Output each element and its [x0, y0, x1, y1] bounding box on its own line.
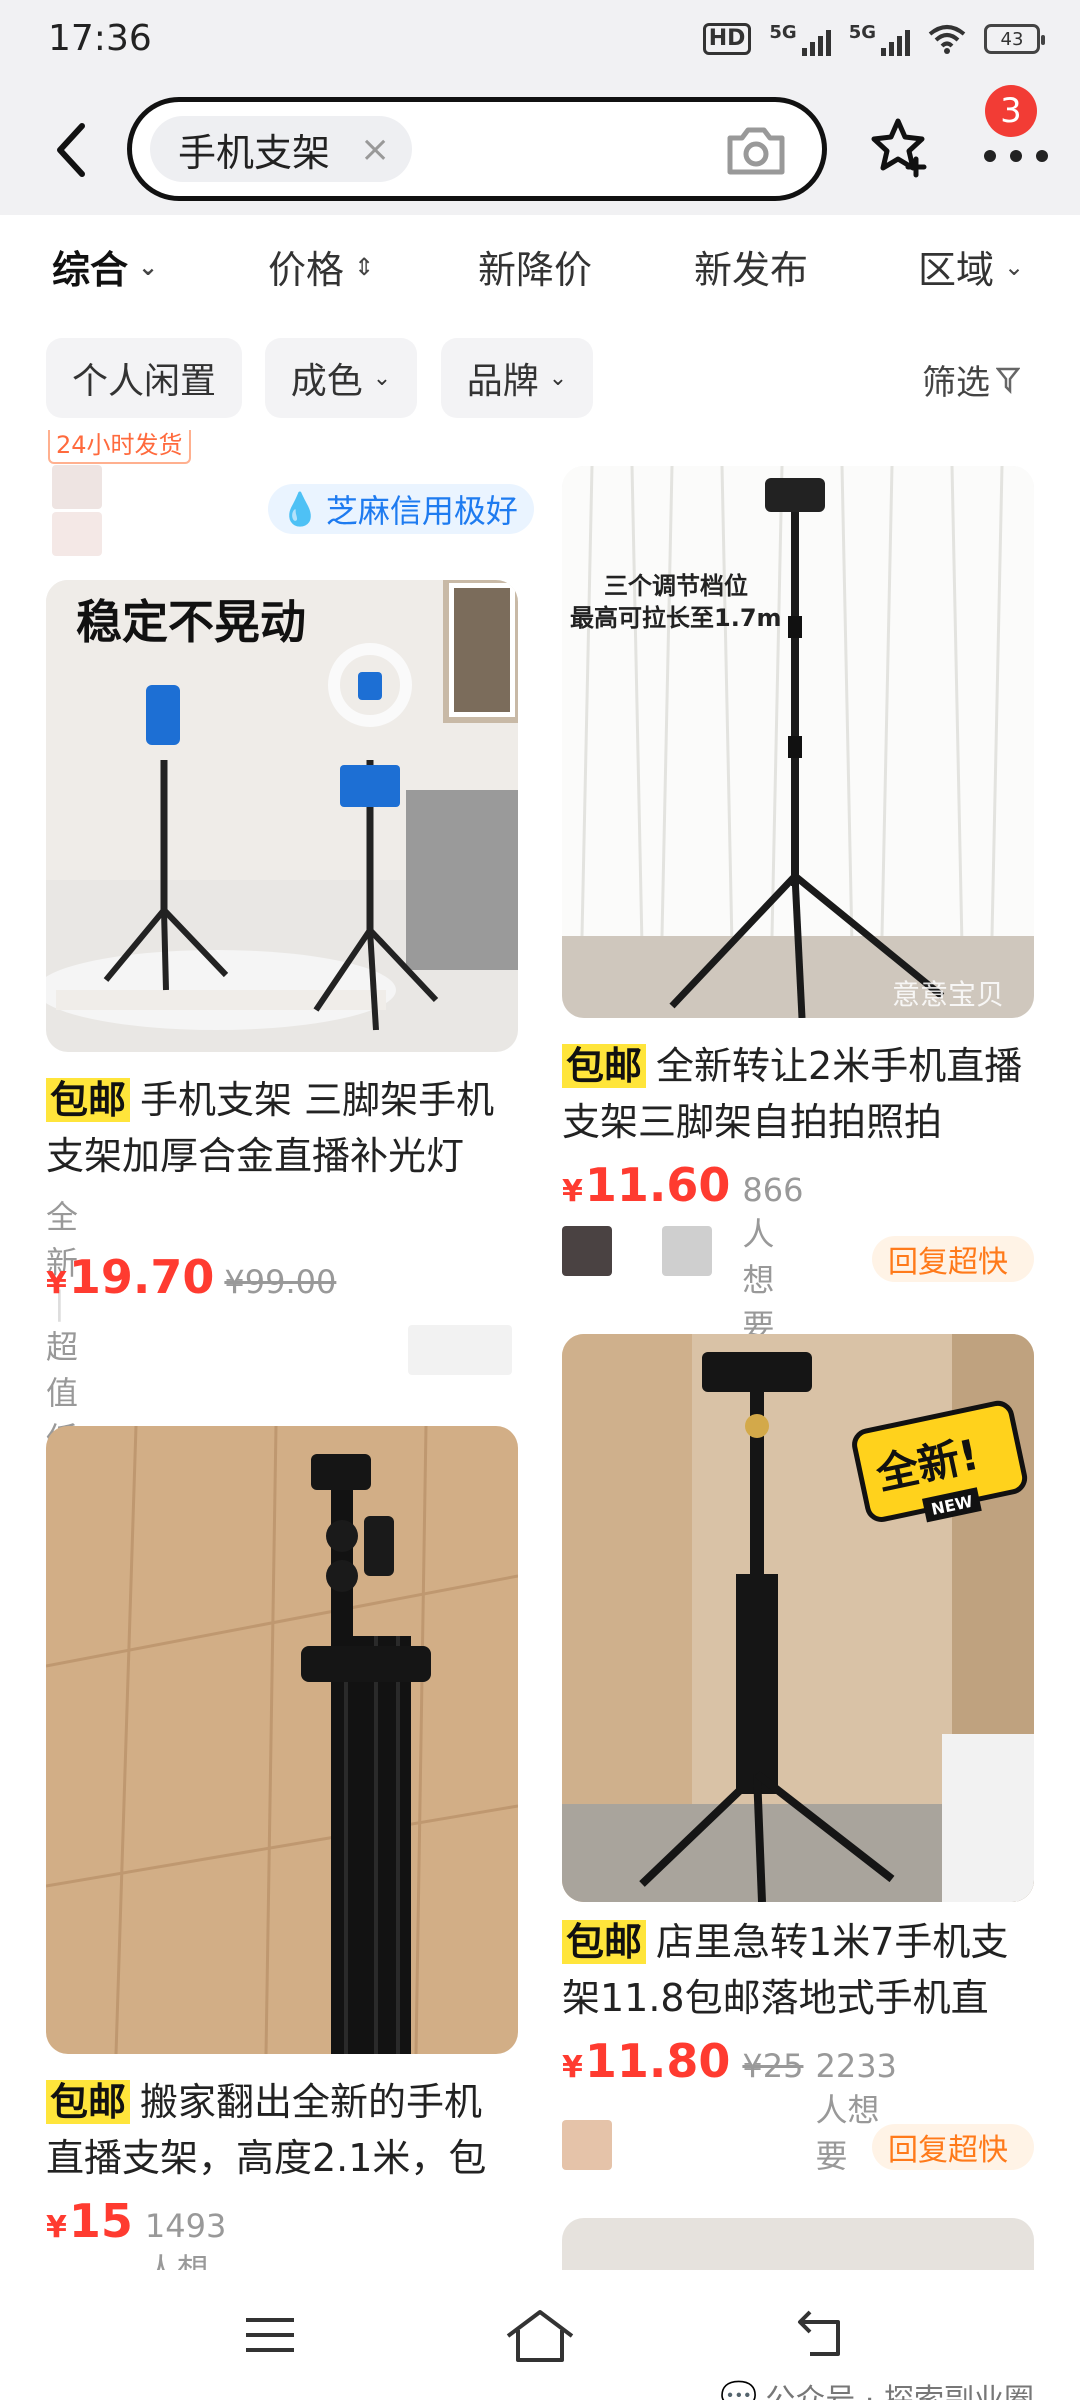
chevron-down-icon: ⌄ — [548, 365, 568, 391]
original-price: ¥99.00 — [224, 1263, 337, 1301]
image-watermark: 意意宝贝 — [892, 978, 1004, 1011]
avatar — [52, 512, 102, 556]
camera-icon[interactable] — [724, 120, 788, 180]
avatar — [52, 465, 102, 509]
chevron-down-icon: ⌄ — [1004, 252, 1025, 281]
star-icon[interactable] — [868, 115, 932, 179]
product-image[interactable] — [46, 1426, 518, 2054]
free-shipping-tag: 包邮 — [562, 1044, 647, 1088]
drop-icon: 💧 — [280, 490, 320, 528]
more-icon — [984, 150, 1048, 162]
wechat-icon: 💬 — [720, 2379, 758, 2400]
chip-condition[interactable]: 成色 ⌄ — [265, 338, 417, 418]
sesame-credit-badge: 💧 芝麻信用极好 — [268, 484, 534, 534]
search-query-text: 手机支架 — [178, 130, 331, 175]
product-title: 包邮 全新转让2米手机直播支架三脚架自拍拍照拍 — [562, 1044, 1023, 1144]
product-image[interactable] — [562, 2218, 1034, 2278]
back-button[interactable] — [44, 120, 100, 180]
chip-brand[interactable]: 品牌 ⌄ — [441, 338, 593, 418]
watermark: 💬 公众号 · 探索副业圈 — [720, 2375, 1034, 2400]
tab-region[interactable]: 区域 ⌄ — [918, 239, 1024, 294]
tab-comprehensive[interactable]: 综合 ⌄ — [52, 239, 158, 294]
free-shipping-tag: 包邮 — [46, 2080, 131, 2124]
wifi-icon — [928, 25, 966, 54]
chip-personal-idle[interactable]: 个人闲置 — [46, 338, 242, 418]
original-price: ¥25 — [742, 2047, 804, 2085]
product-image-caption: 最高可拉长至1.7m — [570, 604, 782, 632]
tab-new-release[interactable]: 新发布 — [694, 239, 808, 294]
sort-updown-icon: ⇕ — [354, 252, 375, 281]
status-icons: HD 5G 5G 43 — [702, 22, 1045, 56]
avatar — [562, 2120, 612, 2170]
product-image[interactable]: 稳定不晃动 — [46, 580, 518, 1052]
product-image[interactable]: 全新! NEW — [562, 1334, 1034, 1902]
chevron-down-icon: ⌄ — [372, 365, 392, 391]
search-query-chip[interactable]: 手机支架 × — [150, 116, 413, 182]
product-title: 包邮 手机支架 三脚架手机支架加厚合金直播补光灯 — [46, 1078, 495, 1178]
product-price: ¥ 19.70 ¥99.00 — [46, 1250, 337, 1304]
product-image-caption: 稳定不晃动 — [76, 595, 306, 649]
product-price: ¥ 11.80 ¥25 2233人想要 — [562, 2034, 897, 2175]
funnel-icon — [996, 367, 1020, 394]
product-image-caption: 三个调节档位 — [604, 572, 748, 600]
fast-reply-badge: 回复超快 — [872, 2124, 1034, 2170]
back-nav-icon[interactable] — [780, 2300, 860, 2370]
hd-icon: HD — [702, 23, 752, 55]
fast-reply-badge: 回复超快 — [872, 1236, 1034, 1282]
status-bar: 17:36 HD 5G 5G 43 — [0, 0, 1080, 80]
wants-count: 866人想要 — [742, 1171, 804, 1345]
product-title: 包邮 店里急转1米7手机支架11.8包邮落地式手机直 — [562, 1920, 1009, 2020]
product-title: 包邮 搬家翻出全新的手机直播支架，高度2.1米，包 — [46, 2080, 487, 2180]
sort-tabs: 综合 ⌄ 价格 ⇕ 新降价 新发布 区域 ⌄ — [0, 215, 1080, 315]
notification-badge: 3 — [985, 85, 1037, 137]
chevron-down-icon: ⌄ — [138, 252, 159, 281]
search-header: 手机支架 × — [0, 80, 1080, 215]
avatar — [662, 1226, 712, 1276]
clear-icon[interactable]: × — [360, 129, 390, 170]
avatar — [408, 1325, 512, 1375]
search-input[interactable]: 手机支架 × — [127, 97, 827, 201]
free-shipping-tag: 包邮 — [46, 1078, 131, 1122]
signal-icon: 5G — [769, 22, 831, 56]
free-shipping-tag: 包邮 — [562, 1920, 647, 1964]
status-time: 17:36 — [48, 18, 152, 59]
filter-button[interactable]: 筛选 — [922, 355, 1020, 404]
signal-icon: 5G — [849, 22, 910, 56]
product-image[interactable]: 三个调节档位 最高可拉长至1.7m 意意宝贝 — [562, 466, 1034, 1018]
tab-price-drop[interactable]: 新降价 — [478, 239, 592, 294]
avatar — [562, 1226, 612, 1276]
home-icon[interactable] — [500, 2300, 580, 2370]
shipping-tag: 24小时发货 — [48, 430, 191, 464]
tab-price[interactable]: 价格 ⇕ — [268, 239, 374, 294]
back-icon — [57, 123, 85, 177]
battery-icon: 43 — [984, 24, 1045, 54]
menu-icon[interactable] — [230, 2300, 310, 2370]
